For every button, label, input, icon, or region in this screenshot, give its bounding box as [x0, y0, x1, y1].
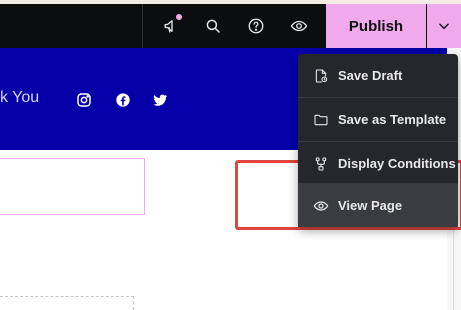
- search-button[interactable]: [198, 11, 228, 41]
- twitter-icon: [153, 94, 168, 106]
- file-clock-icon: [315, 68, 328, 83]
- menu-item-display-conditions[interactable]: Display Conditions: [298, 142, 458, 185]
- conditions-icon: [315, 156, 327, 171]
- instagram-icon: [77, 93, 91, 107]
- eye-icon: [313, 200, 329, 211]
- help-button[interactable]: [241, 11, 271, 41]
- preview-button[interactable]: [284, 11, 314, 41]
- twitter-link[interactable]: [152, 92, 168, 108]
- notification-dot: [176, 14, 182, 20]
- search-icon: [206, 19, 220, 33]
- toolbar-divider: [142, 4, 143, 48]
- menu-item-label: Display Conditions: [338, 156, 456, 171]
- folder-icon: [314, 114, 328, 125]
- empty-section-placeholder[interactable]: [0, 296, 134, 310]
- menu-item-label: Save Draft: [338, 68, 403, 83]
- menu-item-label: Save as Template: [338, 112, 447, 127]
- menu-item-save-as-template[interactable]: Save as Template: [298, 98, 458, 141]
- eye-icon: [290, 20, 308, 32]
- instagram-link[interactable]: [76, 92, 92, 108]
- publish-options-toggle[interactable]: [427, 4, 461, 48]
- chevron-down-icon: [439, 23, 449, 30]
- header-text: k You: [0, 89, 40, 106]
- facebook-icon: [116, 93, 130, 107]
- publish-options-menu: Save Draft Save as Template Display Cond…: [298, 54, 458, 227]
- selected-widget-outline[interactable]: [0, 158, 145, 215]
- whats-new-button[interactable]: [157, 11, 187, 41]
- facebook-link[interactable]: [115, 92, 131, 108]
- menu-item-label: View Page: [338, 198, 403, 213]
- help-icon: [248, 18, 264, 34]
- publish-label: Publish: [348, 17, 404, 35]
- menu-item-view-page[interactable]: View Page: [298, 184, 458, 227]
- editor-screen: Publish k You Save Draft Save as Templat…: [0, 0, 461, 310]
- publish-button[interactable]: Publish: [326, 4, 426, 48]
- menu-item-save-draft[interactable]: Save Draft: [298, 54, 458, 97]
